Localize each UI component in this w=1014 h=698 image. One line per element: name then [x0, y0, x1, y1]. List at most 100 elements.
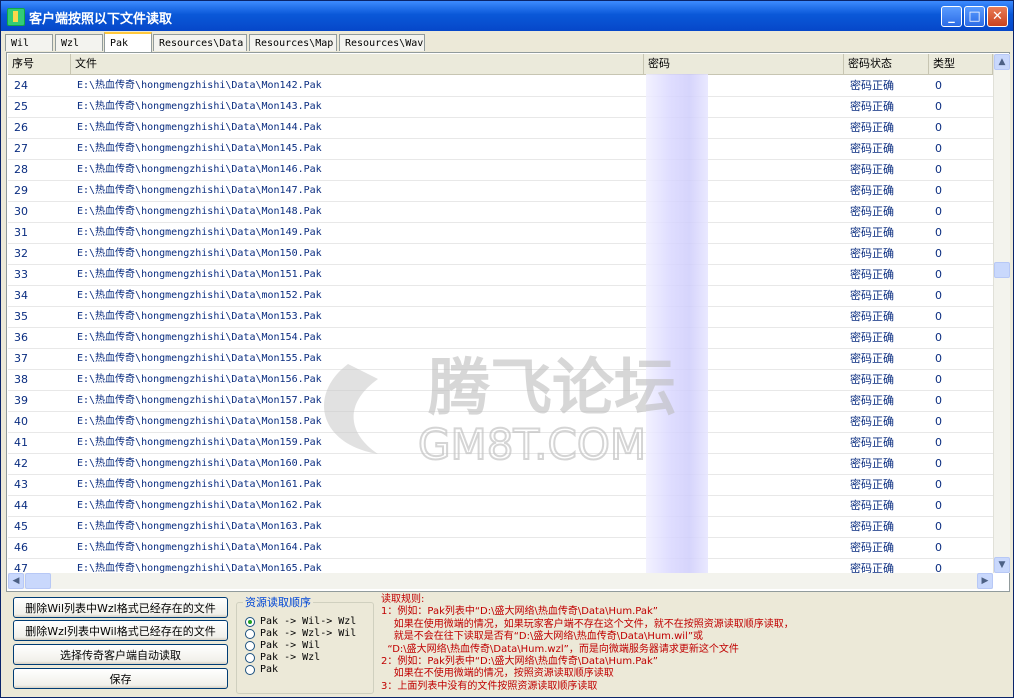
radio-button-icon[interactable] — [245, 664, 255, 675]
cell-file: E:\热血传奇\hongmengzhishi\Data\Mon142.Pak — [77, 80, 322, 91]
scroll-up-icon[interactable]: ▲ — [994, 54, 1010, 70]
cell-password-status: 密码正确 — [850, 310, 894, 323]
header-index[interactable]: 序号 — [8, 54, 71, 74]
cell-file: E:\热血传奇\hongmengzhishi\Data\Mon160.Pak — [77, 458, 322, 469]
horizontal-scroll-thumb[interactable] — [25, 573, 51, 589]
cell-password-status: 密码正确 — [850, 205, 894, 218]
table-row[interactable]: 38 E:\热血传奇\hongmengzhishi\Data\Mon156.Pak… — [8, 369, 993, 391]
minimize-button[interactable]: _ — [941, 6, 962, 27]
tab-resources-wav[interactable]: Resources\Wav — [339, 34, 425, 51]
cell-type: 0 — [935, 268, 942, 281]
cell-type: 0 — [935, 226, 942, 239]
cell-index: 46 — [14, 541, 28, 554]
table-row[interactable]: 47 E:\热血传奇\hongmengzhishi\Data\Mon165.Pak… — [8, 558, 993, 573]
cell-file: E:\热血传奇\hongmengzhishi\Data\Mon154.Pak — [77, 332, 322, 343]
table-row[interactable]: 31 E:\热血传奇\hongmengzhishi\Data\Mon149.Pak… — [8, 222, 993, 244]
rule-line: 读取规则: — [381, 594, 425, 605]
cell-type: 0 — [935, 499, 942, 512]
cell-file: E:\热血传奇\hongmengzhishi\Data\Mon148.Pak — [77, 206, 322, 217]
tab-resources-data[interactable]: Resources\Data — [153, 34, 247, 51]
rule-line: 3：上面列表中没有的文件按照资源读取顺序读取 — [381, 680, 598, 692]
table-row[interactable]: 34 E:\热血传奇\hongmengzhishi\Data\mon152.Pak… — [8, 285, 993, 307]
vertical-scrollbar[interactable]: ▲ ▼ — [993, 54, 1010, 573]
rule-line: 如果在不使用微端的情况，按照资源读取顺序读取 — [381, 668, 614, 680]
close-button[interactable]: ✕ — [987, 6, 1008, 27]
header-file[interactable]: 文件 — [71, 54, 644, 74]
cell-file: E:\热血传奇\hongmengzhishi\Data\Mon164.Pak — [77, 542, 322, 553]
table-row[interactable]: 41 E:\热血传奇\hongmengzhishi\Data\Mon159.Pak… — [8, 432, 993, 454]
delete-wil-in-wzl-button[interactable]: 删除Wzl列表中Wil格式已经存在的文件 — [13, 620, 228, 641]
table-row[interactable]: 24 E:\热血传奇\hongmengzhishi\Data\Mon142.Pak… — [8, 75, 993, 97]
cell-index: 39 — [14, 394, 28, 407]
table-row[interactable]: 25 E:\热血传奇\hongmengzhishi\Data\Mon143.Pak… — [8, 96, 993, 118]
table-row[interactable]: 45 E:\热血传奇\hongmengzhishi\Data\Mon163.Pak… — [8, 516, 993, 538]
header-password-status[interactable]: 密码状态 — [844, 54, 929, 74]
cell-password-status: 密码正确 — [850, 142, 894, 155]
cell-password-status: 密码正确 — [850, 121, 894, 134]
cell-type: 0 — [935, 562, 942, 573]
tab-wil[interactable]: Wil — [5, 34, 53, 51]
cell-index: 34 — [14, 289, 28, 302]
table-row[interactable]: 29 E:\热血传奇\hongmengzhishi\Data\Mon147.Pak… — [8, 180, 993, 202]
cell-password-status: 密码正确 — [850, 100, 894, 113]
table-row[interactable]: 32 E:\热血传奇\hongmengzhishi\Data\Mon150.Pak… — [8, 243, 993, 265]
table-row[interactable]: 26 E:\热血传奇\hongmengzhishi\Data\Mon144.Pak… — [8, 117, 993, 139]
cell-index: 30 — [14, 205, 28, 218]
table-row[interactable]: 30 E:\热血传奇\hongmengzhishi\Data\Mon148.Pak… — [8, 201, 993, 223]
save-button[interactable]: 保存 — [13, 668, 228, 689]
scroll-right-icon[interactable]: ▶ — [977, 573, 993, 589]
file-list[interactable]: 序号 文件 密码 密码状态 类型 24 E:\热血传奇\hongmengzhish… — [8, 54, 993, 573]
cell-password-status: 密码正确 — [850, 520, 894, 533]
vertical-scroll-thumb[interactable] — [994, 262, 1010, 278]
table-row[interactable]: 37 E:\热血传奇\hongmengzhishi\Data\Mon155.Pak… — [8, 348, 993, 370]
title-bar[interactable]: 客户端按照以下文件读取 _ □ ✕ — [1, 1, 1013, 31]
table-row[interactable]: 27 E:\热血传奇\hongmengzhishi\Data\Mon145.Pak… — [8, 138, 993, 160]
order-option-4[interactable]: Pak — [245, 663, 278, 676]
cell-index: 35 — [14, 310, 28, 323]
cell-type: 0 — [935, 184, 942, 197]
tab-wzl[interactable]: Wzl — [55, 34, 103, 51]
table-row[interactable]: 33 E:\热血传奇\hongmengzhishi\Data\Mon151.Pak… — [8, 264, 993, 286]
cell-type: 0 — [935, 394, 942, 407]
radio-button-icon[interactable] — [245, 652, 255, 663]
cell-file: E:\热血传奇\hongmengzhishi\Data\Mon157.Pak — [77, 395, 322, 406]
table-row[interactable]: 44 E:\热血传奇\hongmengzhishi\Data\Mon162.Pak… — [8, 495, 993, 517]
cell-index: 41 — [14, 436, 28, 449]
main-window: 客户端按照以下文件读取 _ □ ✕ Wil Wzl Pak Resources\… — [0, 0, 1014, 698]
list-header: 序号 文件 密码 密码状态 类型 — [8, 54, 993, 75]
cell-index: 40 — [14, 415, 28, 428]
cell-index: 44 — [14, 499, 28, 512]
table-row[interactable]: 39 E:\热血传奇\hongmengzhishi\Data\Mon157.Pak… — [8, 390, 993, 412]
radio-button-icon[interactable] — [245, 628, 255, 639]
resource-order-title: 资源读取顺序 — [243, 594, 313, 610]
table-row[interactable]: 46 E:\热血传奇\hongmengzhishi\Data\Mon164.Pak… — [8, 537, 993, 559]
scroll-down-icon[interactable]: ▼ — [994, 557, 1010, 573]
cell-password-status: 密码正确 — [850, 352, 894, 365]
delete-wzl-in-wil-button[interactable]: 删除Wil列表中Wzl格式已经存在的文件 — [13, 597, 228, 618]
tab-panel: 序号 文件 密码 密码状态 类型 24 E:\热血传奇\hongmengzhish… — [6, 52, 1010, 592]
cell-file: E:\热血传奇\hongmengzhishi\Data\Mon165.Pak — [77, 563, 322, 573]
radio-button-icon[interactable] — [245, 640, 255, 651]
table-row[interactable]: 35 E:\热血传奇\hongmengzhishi\Data\Mon153.Pak… — [8, 306, 993, 328]
tab-resources-map[interactable]: Resources\Map — [249, 34, 337, 51]
table-row[interactable]: 42 E:\热血传奇\hongmengzhishi\Data\Mon160.Pak… — [8, 453, 993, 475]
radio-label: Pak — [260, 664, 279, 675]
table-row[interactable]: 43 E:\热血传奇\hongmengzhishi\Data\Mon161.Pak… — [8, 474, 993, 496]
cell-file: E:\热血传奇\hongmengzhishi\Data\Mon156.Pak — [77, 374, 322, 385]
auto-read-client-button[interactable]: 选择传奇客户端自动读取 — [13, 644, 228, 665]
cell-file: E:\热血传奇\hongmengzhishi\Data\mon152.Pak — [77, 290, 322, 301]
maximize-button[interactable]: □ — [964, 6, 985, 27]
cell-password-status: 密码正确 — [850, 247, 894, 260]
scroll-left-icon[interactable]: ◀ — [8, 573, 24, 589]
cell-password-status: 密码正确 — [850, 331, 894, 344]
table-row[interactable]: 40 E:\热血传奇\hongmengzhishi\Data\Mon158.Pak… — [8, 411, 993, 433]
cell-file: E:\热血传奇\hongmengzhishi\Data\Mon155.Pak — [77, 353, 322, 364]
horizontal-scrollbar[interactable]: ◀ ▶ — [8, 573, 993, 589]
window-title: 客户端按照以下文件读取 — [29, 12, 173, 27]
header-type[interactable]: 类型 — [929, 54, 993, 74]
tab-pak[interactable]: Pak — [104, 32, 152, 52]
radio-button-icon[interactable] — [245, 616, 255, 627]
table-row[interactable]: 28 E:\热血传奇\hongmengzhishi\Data\Mon146.Pak… — [8, 159, 993, 181]
table-row[interactable]: 36 E:\热血传奇\hongmengzhishi\Data\Mon154.Pak… — [8, 327, 993, 349]
header-password[interactable]: 密码 — [644, 54, 844, 74]
